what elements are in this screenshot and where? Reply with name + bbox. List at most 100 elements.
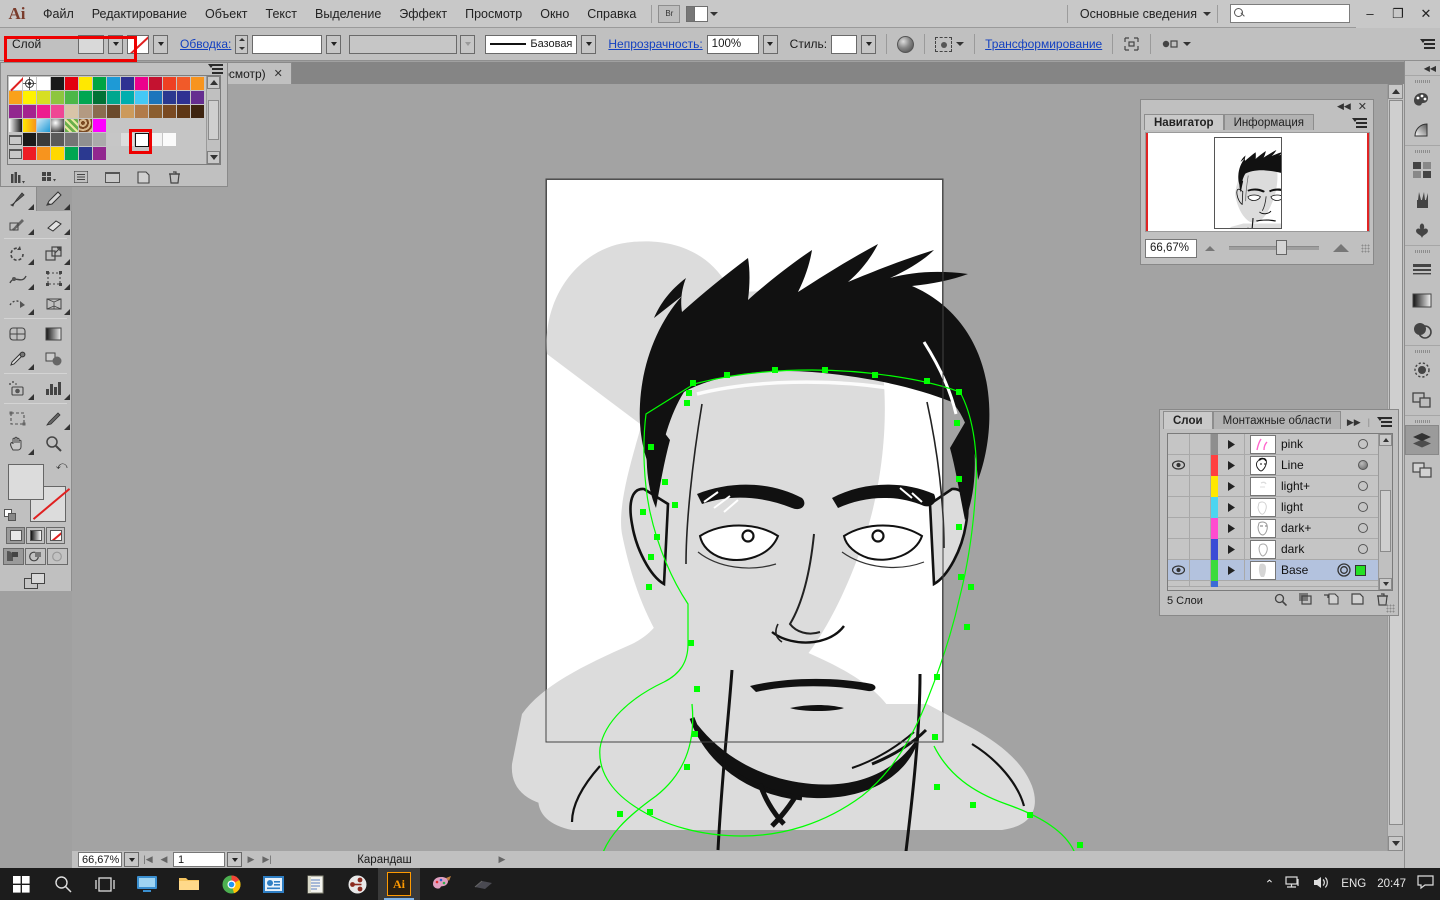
layer-expand-triangle[interactable] — [1218, 496, 1245, 518]
new-color-group-icon[interactable] — [104, 170, 120, 184]
zoom-out-icon[interactable] — [1205, 245, 1215, 251]
scroll-up-arrow[interactable] — [1388, 84, 1403, 99]
stroke-weight-input[interactable] — [252, 34, 323, 54]
current-tool-status[interactable]: Карандаш — [276, 854, 493, 866]
brushes-panel-icon[interactable] — [1405, 185, 1439, 215]
swatch-c13[interactable] — [177, 91, 191, 105]
swatch-g3[interactable] — [51, 147, 65, 161]
gradient-tool[interactable] — [36, 321, 72, 346]
restore-button[interactable]: ❐ — [1384, 0, 1412, 28]
swatch-green[interactable] — [93, 77, 107, 91]
network-icon[interactable] — [1285, 875, 1302, 893]
draw-normal-button[interactable] — [3, 548, 24, 565]
layer-name[interactable]: Base — [1281, 563, 1334, 577]
layer-lock-toggle[interactable] — [1190, 434, 1211, 455]
column-graph-tool[interactable] — [36, 376, 72, 401]
paintbrush-tool[interactable] — [0, 186, 36, 211]
stroke-profile-dropdown[interactable] — [349, 34, 458, 54]
swatch-white[interactable] — [37, 77, 51, 91]
swatch-gray-1[interactable] — [23, 133, 37, 147]
layers-scrollbar[interactable] — [1378, 434, 1392, 590]
scroll-up-arrow[interactable] — [1379, 434, 1392, 446]
swatch-d1[interactable] — [9, 105, 23, 119]
page-number-dropdown[interactable] — [227, 852, 242, 867]
blob-brush-tool[interactable] — [0, 211, 36, 236]
layer-lock-toggle[interactable] — [1190, 559, 1211, 581]
layer-visibility-toggle[interactable] — [1168, 454, 1190, 476]
swatch-gray-6[interactable] — [93, 133, 107, 147]
layer-row-light-plus[interactable]: light+ — [1168, 475, 1378, 497]
none-mode-button[interactable] — [46, 527, 65, 544]
stroke-color-swatch[interactable] — [127, 34, 149, 54]
draw-inside-button[interactable] — [47, 548, 68, 565]
menu-file[interactable]: Файл — [34, 3, 83, 25]
workspace-switcher[interactable]: Основные сведения — [1074, 7, 1203, 21]
rotate-tool[interactable] — [0, 241, 36, 266]
swatch-d3[interactable] — [37, 105, 51, 119]
task-view-icon[interactable] — [84, 868, 126, 900]
swatch-options-icon[interactable] — [73, 170, 89, 184]
swatch-c4[interactable] — [51, 91, 65, 105]
isolate-selected-object-icon[interactable] — [1123, 36, 1140, 52]
swatches-scrollbar[interactable] — [206, 76, 220, 164]
swatch-black[interactable] — [51, 77, 65, 91]
menu-select[interactable]: Выделение — [306, 3, 390, 25]
swatch-d4[interactable] — [51, 105, 65, 119]
swatch-g1[interactable] — [23, 147, 37, 161]
layer-lock-toggle[interactable] — [1190, 538, 1211, 560]
layer-expand-triangle[interactable] — [1218, 454, 1245, 476]
show-hidden-icons-icon[interactable]: ⌃ — [1265, 877, 1275, 891]
swatch-crimson[interactable] — [149, 77, 163, 91]
this-pc-icon[interactable] — [126, 868, 168, 900]
scroll-down-arrow[interactable] — [207, 151, 220, 164]
transform-link[interactable]: Трансформирование — [985, 37, 1102, 51]
swatch-c1[interactable] — [9, 91, 23, 105]
perspective-grid-tool[interactable] — [36, 291, 72, 316]
transparency-panel-icon[interactable] — [1405, 315, 1439, 345]
swatch-c7[interactable] — [93, 91, 107, 105]
swatch-orange[interactable] — [177, 77, 191, 91]
stroke-weight-label[interactable]: Обводка: — [180, 37, 231, 51]
layer-visibility-toggle[interactable] — [1168, 517, 1190, 539]
change-screen-mode-button[interactable] — [0, 573, 71, 591]
menu-window[interactable]: Окно — [531, 3, 578, 25]
swatch-magenta[interactable] — [135, 77, 149, 91]
collapse-panels-button[interactable]: ◀◀ — [1405, 61, 1440, 75]
layer-expand-triangle[interactable] — [1218, 559, 1245, 581]
swatch-c6[interactable] — [79, 91, 93, 105]
menu-effect[interactable]: Эффект — [390, 3, 456, 25]
layers-panel-icon[interactable] — [1405, 425, 1439, 455]
swatch-navy[interactable] — [121, 77, 135, 91]
swatch-pattern-leopard[interactable] — [79, 119, 93, 133]
swatch-pattern-magenta[interactable] — [93, 119, 107, 133]
layer-name[interactable]: light+ — [1281, 479, 1347, 493]
close-icon[interactable]: ✕ — [1358, 100, 1367, 113]
eraser-app-icon[interactable] — [462, 868, 504, 900]
brush-definition-dropdown[interactable]: Базовая — [485, 34, 578, 54]
default-fill-stroke-icon[interactable] — [3, 509, 17, 522]
swatch-gray-7[interactable] — [107, 133, 121, 147]
swap-fill-stroke-icon[interactable]: ⤺ — [56, 460, 68, 473]
symbol-sprayer-tool[interactable] — [0, 376, 36, 401]
menu-type[interactable]: Текст — [257, 3, 306, 25]
layer-target-indicator[interactable] — [1347, 502, 1378, 512]
layers-scrollbar-thumb[interactable] — [1380, 490, 1391, 552]
bridge-button[interactable]: Br — [658, 4, 681, 23]
layer-visibility-toggle[interactable] — [1168, 434, 1190, 455]
graphic-styles-panel-icon[interactable] — [1405, 385, 1439, 415]
fill-color-swatch[interactable] — [78, 34, 104, 54]
zoom-level-dropdown[interactable] — [124, 852, 139, 867]
layer-lock-toggle[interactable] — [1190, 496, 1211, 518]
layer-name[interactable]: dark+ — [1281, 521, 1347, 535]
swatches-panel-menu-icon[interactable] — [208, 62, 224, 76]
eraser-tool[interactable] — [36, 211, 72, 236]
swatch-c11[interactable] — [149, 91, 163, 105]
layer-name[interactable]: dark — [1281, 542, 1347, 556]
status-expand-arrow[interactable]: ▶ — [495, 852, 509, 867]
swatch-gradient-blue[interactable] — [37, 119, 51, 133]
clock[interactable]: 20:47 — [1377, 878, 1406, 890]
swatch-g6[interactable] — [93, 147, 107, 161]
close-icon[interactable]: ✕ — [274, 67, 283, 80]
draw-behind-button[interactable] — [25, 548, 46, 565]
swatch-pattern-sphere[interactable] — [51, 119, 65, 133]
